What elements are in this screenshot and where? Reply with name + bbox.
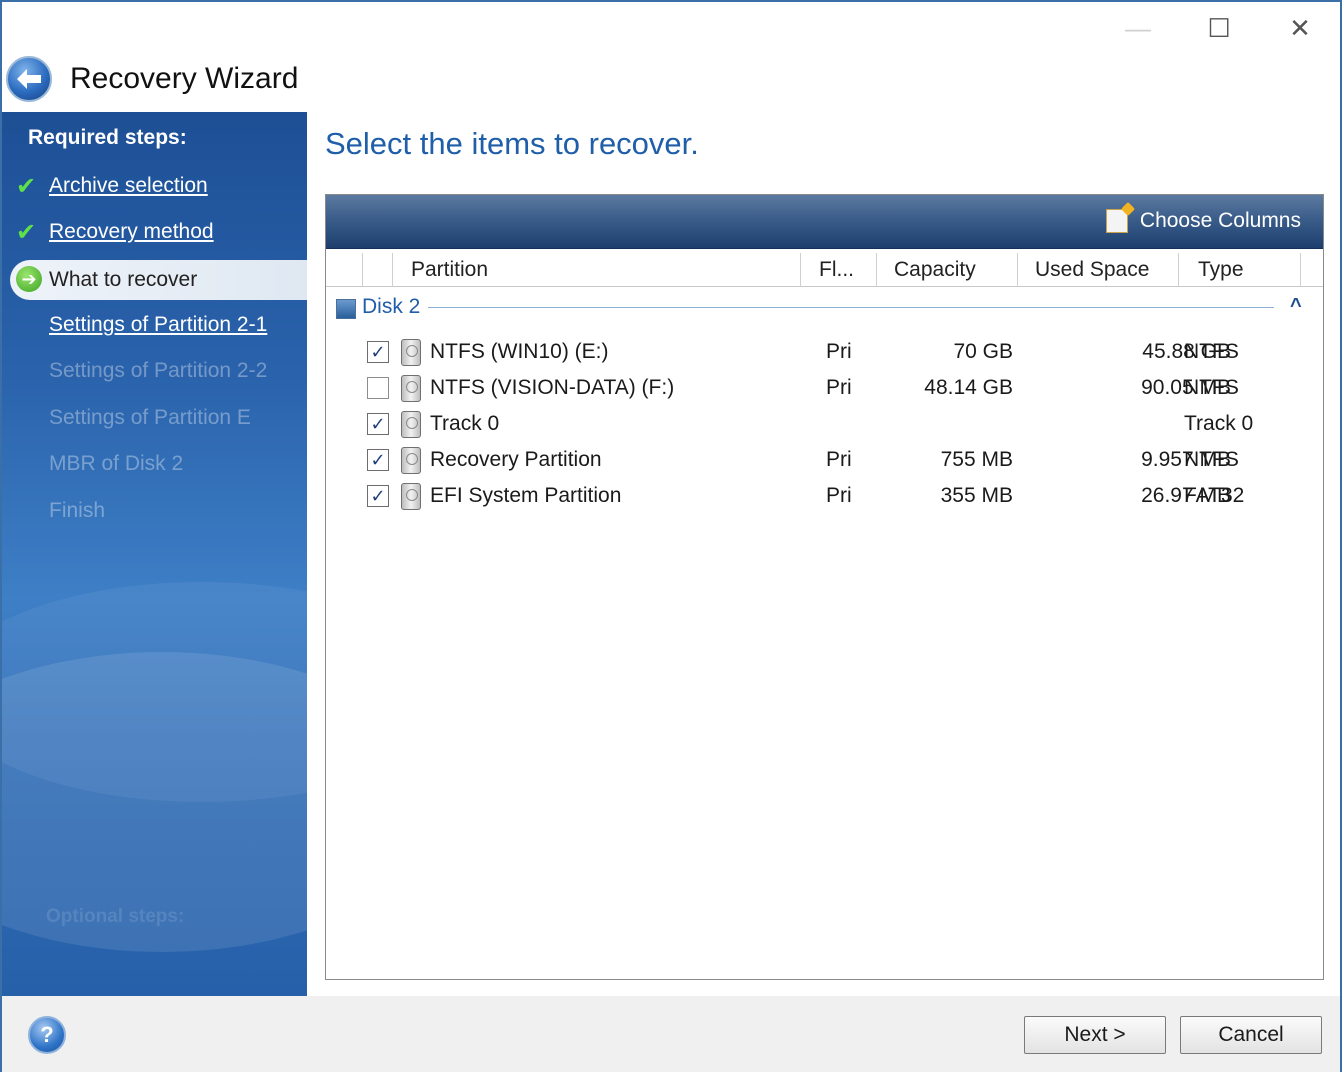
- partition-type: NTFS: [1184, 340, 1239, 363]
- partition-type: Track 0: [1184, 412, 1254, 435]
- column-partition[interactable]: Partition: [393, 253, 801, 287]
- group-divider: [428, 307, 1274, 308]
- table-row[interactable]: ✓ Track 0 Track 0: [326, 408, 1323, 442]
- partition-flags: Pri: [826, 484, 852, 507]
- step-mbr-disk-2: MBR of Disk 2: [49, 452, 184, 475]
- cancel-button[interactable]: Cancel: [1180, 1016, 1322, 1054]
- partition-capacity: 70 GB: [953, 340, 1013, 363]
- step-archive-selection[interactable]: Archive selection: [49, 174, 208, 198]
- table-row[interactable]: ✓ NTFS (WIN10) (E:) Pri 70 GB 45.88 GB N…: [326, 336, 1323, 370]
- choose-columns-button[interactable]: Choose Columns: [1105, 209, 1301, 233]
- step-settings-partition-2-2: Settings of Partition 2-2: [49, 359, 268, 382]
- partition-name: EFI System Partition: [430, 484, 622, 507]
- window-title: Recovery Wizard: [70, 62, 299, 95]
- row-checkbox[interactable]: ✓: [367, 341, 389, 363]
- partition-capacity: 355 MB: [940, 484, 1013, 507]
- wizard-footer: ? Next > Cancel: [2, 996, 1340, 1072]
- partition-icon: [401, 339, 421, 366]
- column-checkbox[interactable]: [363, 253, 393, 287]
- partition-icon: [401, 375, 421, 402]
- partition-type: NTFS: [1184, 448, 1239, 471]
- row-checkbox[interactable]: ✓: [367, 413, 389, 435]
- next-button[interactable]: Next >: [1024, 1016, 1166, 1054]
- partition-flags: Pri: [826, 448, 852, 471]
- row-checkbox[interactable]: ✓: [367, 449, 389, 471]
- panel-toolbar: Choose Columns: [326, 195, 1323, 249]
- partition-type: FAT32: [1184, 484, 1245, 507]
- partition-icon: [401, 447, 421, 474]
- column-header: Partition Fl... Capacity Used Space Type: [326, 253, 1323, 287]
- partition-type: NTFS: [1184, 376, 1239, 399]
- step-what-to-recover: ➔ What to recover: [10, 260, 307, 300]
- partition-name: Track 0: [430, 412, 500, 435]
- row-checkbox[interactable]: ✓: [367, 485, 389, 507]
- maximize-button[interactable]: ☐: [1197, 12, 1241, 44]
- step-label: What to recover: [49, 268, 198, 291]
- back-arrow-icon: [17, 69, 41, 89]
- partition-capacity: 48.14 GB: [924, 376, 1013, 399]
- green-arrow-icon: ➔: [16, 266, 42, 292]
- step-settings-partition-2-1[interactable]: Settings of Partition 2-1: [49, 313, 267, 337]
- step-finish: Finish: [49, 499, 106, 522]
- choose-columns-label: Choose Columns: [1139, 209, 1301, 232]
- recovery-wizard-window: — ☐ ✕ Recovery Wizard Required steps: ✔ …: [0, 0, 1342, 1072]
- step-recovery-method[interactable]: Recovery method: [49, 220, 214, 244]
- table-row[interactable]: ✓ Recovery Partition Pri 755 MB 9.957 MB…: [326, 444, 1323, 478]
- required-steps-heading: Required steps:: [28, 126, 187, 149]
- column-used-space[interactable]: Used Space: [1018, 253, 1179, 287]
- help-icon[interactable]: ?: [28, 1016, 66, 1054]
- minimize-button[interactable]: —: [1116, 12, 1160, 44]
- partition-flags: Pri: [826, 340, 852, 363]
- partition-icon: [401, 411, 421, 438]
- green-check-icon: ✔: [16, 173, 37, 200]
- back-button[interactable]: [6, 56, 52, 102]
- items-panel: Choose Columns Partition Fl... Capacity …: [325, 194, 1324, 980]
- column-capacity[interactable]: Capacity: [877, 253, 1018, 287]
- column-flags[interactable]: Fl...: [801, 253, 877, 287]
- partition-name: Recovery Partition: [430, 448, 602, 471]
- partition-name: NTFS (WIN10) (E:): [430, 340, 609, 363]
- wizard-steps-sidebar: Required steps: ✔ Archive selection ✔ Re…: [2, 112, 307, 996]
- partition-icon: [401, 483, 421, 510]
- disk-icon: [336, 299, 356, 319]
- partition-flags: Pri: [826, 376, 852, 399]
- column-type[interactable]: Type: [1179, 253, 1301, 287]
- collapse-chevron-icon[interactable]: ^: [1290, 295, 1302, 318]
- page-heading: Select the items to recover.: [325, 126, 699, 161]
- optional-steps-heading: Optional steps:: [46, 906, 185, 927]
- table-row[interactable]: ✓ EFI System Partition Pri 355 MB 26.97 …: [326, 480, 1323, 514]
- column-spacer: [326, 253, 363, 287]
- partition-capacity: 755 MB: [940, 448, 1013, 471]
- close-button[interactable]: ✕: [1278, 12, 1322, 44]
- table-row[interactable]: NTFS (VISION-DATA) (F:) Pri 48.14 GB 90.…: [326, 372, 1323, 406]
- row-checkbox[interactable]: [367, 377, 389, 399]
- disk-group-header[interactable]: Disk 2 ^: [334, 295, 1314, 323]
- step-settings-partition-e: Settings of Partition E: [49, 406, 251, 429]
- disk-label: Disk 2: [362, 295, 421, 318]
- green-check-icon: ✔: [16, 219, 37, 246]
- choose-columns-icon: [1105, 209, 1128, 233]
- partition-name: NTFS (VISION-DATA) (F:): [430, 376, 675, 399]
